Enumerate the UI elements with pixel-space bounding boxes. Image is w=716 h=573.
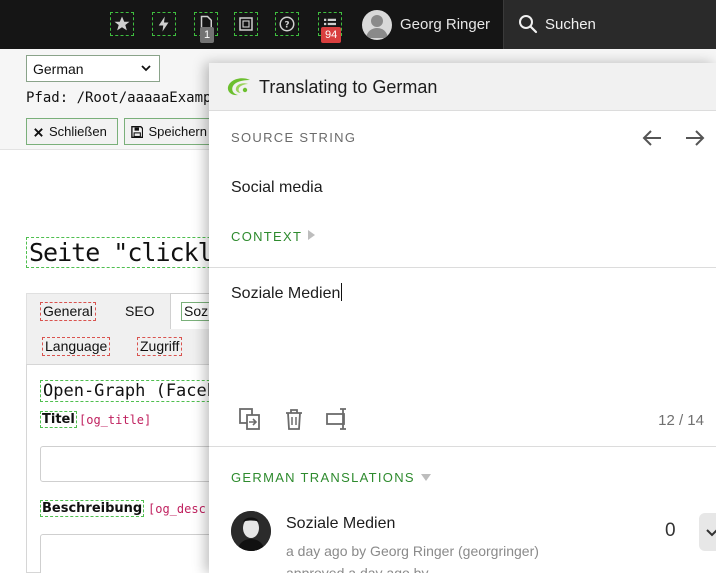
context-toggle[interactable]: CONTEXT [231,229,316,244]
caret-down-icon [420,474,431,481]
language-select-value: German [33,61,84,77]
save-button[interactable]: Speichern [124,118,214,145]
vote-menu-button[interactable] [699,513,716,551]
language-select[interactable]: German [26,55,160,82]
frame-icon[interactable] [234,12,258,36]
section-heading: Open-Graph (Facebo [40,380,231,402]
divider [209,446,716,447]
tab-general[interactable]: General [40,302,96,321]
context-label: CONTEXT [231,229,303,244]
top-bar: 1 ? 94 Georg Ringer Suchen [0,0,716,49]
translation-meta: a day ago by Georg Ringer (georgringer) [286,543,539,559]
tab-social[interactable]: Soz [181,302,212,321]
chevron-down-icon [706,529,716,537]
source-string-label: SOURCE STRING [231,130,357,145]
breadcrumb: Pfad: /Root/aaaaaExamples [26,90,237,106]
notification-count-badge: 94 [321,27,342,43]
crowdin-logo-icon [227,78,250,96]
star-icon[interactable] [110,12,134,36]
flash-icon[interactable] [152,12,176,36]
close-icon [34,128,43,137]
source-string-text: Social media [231,179,323,196]
text-cursor-icon[interactable] [325,406,351,432]
translations-label: GERMAN TRANSLATIONS [231,470,415,485]
arrow-right-icon[interactable] [684,127,706,149]
panel-header: Translating to German [209,63,716,111]
og-title-input[interactable] [40,446,220,482]
translation-approved: approved a day ago by [286,565,429,573]
copy-source-icon[interactable] [237,406,263,432]
caret-right-icon [308,230,316,240]
svg-text:?: ? [284,20,289,30]
user-avatar-icon[interactable] [362,10,392,40]
description-field-label: Beschreibung [40,500,145,517]
tab-language[interactable]: Language [42,337,111,356]
tab-access[interactable]: Zugriff [137,337,183,356]
search-icon[interactable] [518,14,538,34]
og-description-input[interactable] [40,534,220,573]
translation-input-value: Soziale Medien [231,285,341,302]
document-count-badge: 1 [200,27,215,43]
description-field-code: [og_desc [148,502,206,516]
search-label[interactable]: Suchen [545,16,596,33]
divider [209,267,716,268]
close-button[interactable]: Schließen [26,118,118,145]
translator-avatar [231,511,271,551]
title-field-code: [og_title] [79,413,152,427]
arrow-left-icon[interactable] [641,127,663,149]
translations-toggle[interactable]: GERMAN TRANSLATIONS [231,470,431,485]
close-button-label: Schließen [49,124,107,139]
save-button-label: Speichern [148,124,207,139]
save-icon [131,125,144,139]
panel-title: Translating to German [259,77,438,97]
help-icon[interactable]: ? [275,12,299,36]
translation-input[interactable]: Soziale Medien [231,283,691,303]
trash-icon[interactable] [281,406,307,432]
title-field-label: Titel [40,411,77,428]
vote-count: 0 [665,520,676,541]
character-count: 12 / 14 [658,412,704,429]
text-caret [341,283,343,301]
user-name[interactable]: Georg Ringer [400,16,490,33]
tab-seo[interactable]: SEO [122,302,158,321]
chevron-down-icon [141,65,151,72]
translation-panel: Translating to German SOURCE STRING Soci… [209,63,716,573]
translation-text: Soziale Medien [286,515,396,532]
